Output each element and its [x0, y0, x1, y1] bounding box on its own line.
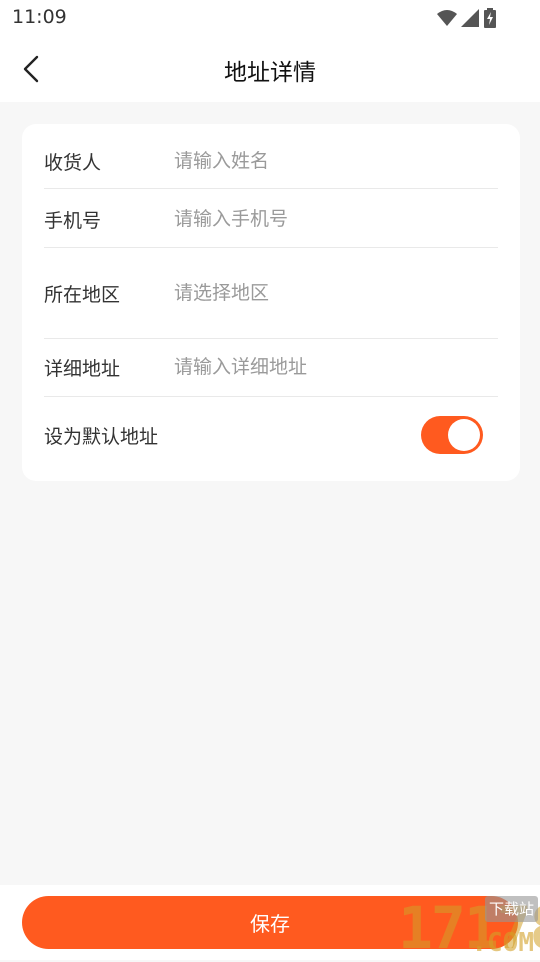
- detail-label: 详细地址: [44, 358, 121, 380]
- default-address-toggle[interactable]: [421, 416, 483, 454]
- detail-address-input[interactable]: [174, 352, 494, 382]
- detail-row: 详细地址: [44, 352, 498, 382]
- header: 地址详情: [0, 36, 540, 102]
- page-title: 地址详情: [224, 60, 316, 86]
- save-button[interactable]: 保存: [22, 896, 518, 949]
- region-row[interactable]: 所在地区: [44, 248, 498, 338]
- status-bar: 11:09: [0, 0, 540, 36]
- recipient-row: 收货人: [44, 146, 498, 176]
- battery-charging-icon: [484, 8, 496, 28]
- status-time: 11:09: [12, 6, 67, 28]
- phone-row: 手机号: [44, 204, 498, 234]
- phone-input[interactable]: [174, 204, 494, 234]
- status-icons: [436, 8, 500, 28]
- divider: [44, 338, 498, 339]
- default-address-label: 设为默认地址: [44, 426, 159, 448]
- recipient-label: 收货人: [44, 152, 102, 174]
- bottom-bar: 保存 17178 下载站 .COM: [0, 885, 540, 960]
- region-picker[interactable]: [174, 278, 494, 308]
- phone-label: 手机号: [44, 210, 102, 232]
- signal-icon: [461, 9, 479, 27]
- wifi-icon: [437, 10, 457, 26]
- divider: [44, 396, 498, 397]
- region-label: 所在地区: [44, 284, 121, 306]
- recipient-input[interactable]: [174, 146, 494, 176]
- divider: [44, 188, 498, 189]
- toggle-knob: [448, 419, 480, 451]
- address-form-card: 收货人 手机号 所在地区 详细地址 设为默认地址: [22, 124, 520, 481]
